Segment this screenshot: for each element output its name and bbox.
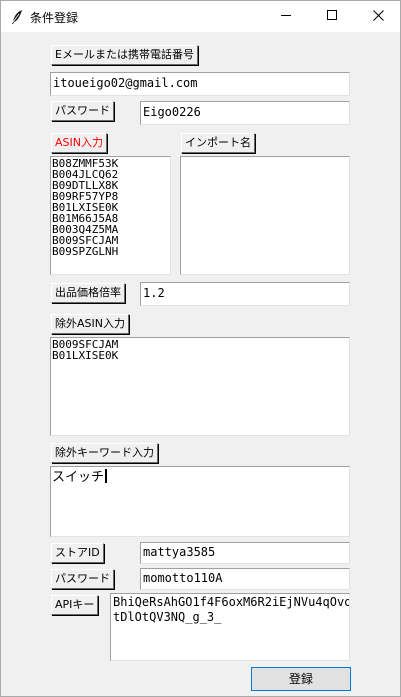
exclude-asin-button[interactable]: 除外ASIN入力 — [51, 314, 129, 334]
api-key-button[interactable]: APIキー — [51, 595, 99, 615]
api-key-line: BhiQeRsAhGO1f4F6oxM6R2iEjNVu4qOvo — [113, 595, 350, 609]
password-label-button[interactable]: パスワード — [51, 101, 114, 121]
asin-line: B09SPZGLNH — [52, 245, 119, 258]
import-textarea[interactable] — [180, 156, 350, 275]
asin-textarea[interactable]: B08ZMMF53K B004JLCQ62 B09DTLLX8K B09RF57YP8… — [50, 156, 171, 275]
price-multiplier-button[interactable]: 出品価格倍率 — [51, 283, 125, 303]
feather-icon — [10, 9, 24, 25]
title-bar[interactable]: 条件登録 — [1, 1, 400, 32]
text-caret — [105, 469, 108, 483]
app-window: 条件登録 Eメールまたは携帯電話番号 itoueigo02@gmail.com … — [0, 0, 401, 697]
exclude-keyword-value: スイッチ — [52, 470, 105, 485]
store-id-field[interactable]: mattya3585 — [140, 542, 350, 564]
email-field[interactable]: itoueigo02@gmail.com — [50, 72, 350, 96]
minimize-button[interactable] — [263, 1, 309, 32]
close-button[interactable] — [355, 1, 401, 32]
maximize-button[interactable] — [309, 1, 355, 32]
import-name-button[interactable]: インポート名 — [181, 133, 255, 153]
exclude-keyword-textarea[interactable]: スイッチ — [50, 466, 350, 537]
asin-input-button[interactable]: ASIN入力 — [51, 133, 107, 153]
store-password-button[interactable]: パスワード — [51, 569, 114, 589]
email-label-button[interactable]: Eメールまたは携帯電話番号 — [51, 45, 198, 65]
window-title: 条件登録 — [30, 11, 79, 25]
password-field[interactable]: Eigo0226 — [140, 101, 350, 125]
exclude-asin-textarea[interactable]: B009SFCJAM B01LXISE0K — [50, 337, 350, 436]
price-multiplier-field[interactable]: 1.2 — [140, 282, 350, 306]
store-password-field[interactable]: momotto110A — [140, 568, 350, 590]
maximize-icon — [327, 10, 337, 23]
api-key-line: tDlOtQV3NQ_g_3_ — [113, 610, 222, 624]
exclude-keyword-button[interactable]: 除外キーワード入力 — [51, 443, 158, 463]
minimize-icon — [281, 10, 291, 23]
api-key-textarea[interactable]: BhiQeRsAhGO1f4F6oxM6R2iEjNVu4qOvo tDlOtQV… — [110, 593, 350, 661]
exclude-asin-line: B01LXISE0K — [52, 349, 119, 362]
store-id-button[interactable]: ストアID — [51, 543, 104, 563]
close-icon — [372, 9, 384, 24]
register-button[interactable]: 登録 — [251, 667, 351, 691]
